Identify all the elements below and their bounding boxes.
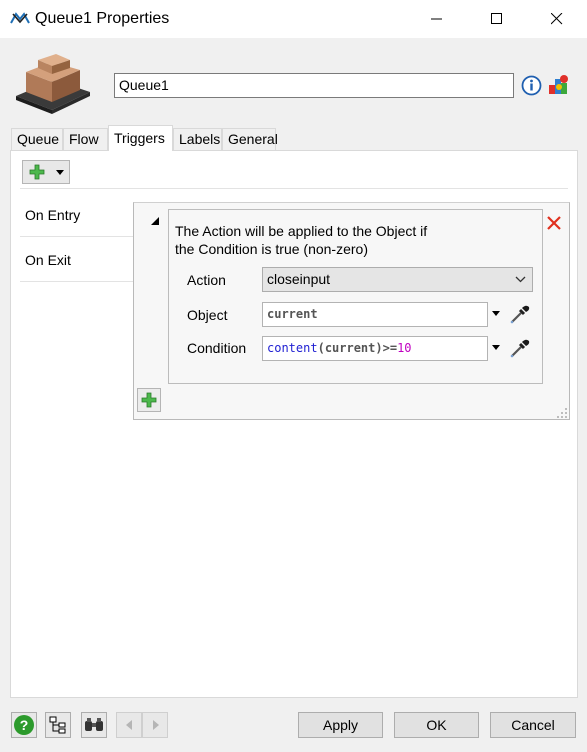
tree-icon [49,716,66,734]
action-select-value: closeinput [267,271,331,287]
condition-dropdown-arrow-icon[interactable] [492,345,501,351]
add-trigger-dropdown[interactable] [22,160,70,184]
condition-argument: current [324,341,376,355]
action-select[interactable]: closeinput [262,267,533,292]
plus-icon [141,392,157,408]
find-button[interactable] [81,712,107,738]
tab-queue[interactable]: Queue [11,128,63,150]
trigger-on-entry[interactable]: On Entry [20,193,138,237]
ok-button[interactable]: OK [394,712,479,738]
collapse-triangle-icon[interactable] [150,217,160,227]
next-button[interactable] [142,712,168,738]
tree-view-button[interactable] [45,712,71,738]
remove-option-icon[interactable] [546,215,562,231]
condition-code-field[interactable]: content(current)>=10 [262,336,488,361]
object-name-input[interactable]: Queue1 [114,73,514,98]
cancel-button[interactable]: Cancel [490,712,576,738]
help-icon: ? [14,715,34,735]
minimize-icon [431,18,442,20]
apply-button[interactable]: Apply [298,712,383,738]
queue-object-icon [16,54,90,114]
info-icon[interactable] [521,75,542,96]
trigger-on-exit[interactable]: On Exit [20,238,138,282]
object-eyedropper-icon[interactable] [509,303,531,325]
arrow-left-icon [126,720,132,730]
help-button[interactable]: ? [11,712,37,738]
condition-function: content [267,341,318,355]
binoculars-icon [85,718,103,731]
close-icon [551,13,563,25]
close-window-button[interactable] [534,0,580,38]
tab-general[interactable]: General [222,128,278,150]
object-label: Object [187,307,228,323]
object-code-field[interactable]: current [262,302,488,327]
tab-labels[interactable]: Labels [173,128,222,150]
window-title: Queue1 Properties [35,10,170,27]
action-label: Action [187,272,226,288]
trigger-description: The Action will be applied to the Object… [175,222,465,258]
resize-grip-icon[interactable] [556,407,568,419]
svg-text:?: ? [20,717,29,733]
maximize-button[interactable] [474,0,520,38]
tab-triggers[interactable]: Triggers [108,125,173,151]
minimize-button[interactable] [414,0,460,38]
description-line-2: the Condition is true (non-zero) [175,241,368,257]
toolbar-divider [20,188,568,189]
description-line-1: The Action will be applied to the Object… [175,223,428,239]
condition-eyedropper-icon[interactable] [509,337,531,359]
condition-number: 10 [397,341,412,355]
color-palette-icon[interactable] [547,73,571,97]
dropdown-arrow-icon [56,170,64,175]
tab-flow[interactable]: Flow [63,128,108,150]
condition-open-paren: ( [317,341,325,355]
maximize-icon [491,13,502,24]
object-value: current [267,307,318,321]
condition-operator: )>= [375,341,398,355]
plus-icon [29,164,45,180]
condition-label: Condition [187,340,247,356]
object-dropdown-arrow-icon[interactable] [492,311,501,317]
add-option-button[interactable] [137,388,161,412]
previous-button[interactable] [116,712,142,738]
arrow-right-icon [153,720,159,730]
chevron-down-icon [515,276,526,283]
flexsim-app-icon [10,12,30,24]
